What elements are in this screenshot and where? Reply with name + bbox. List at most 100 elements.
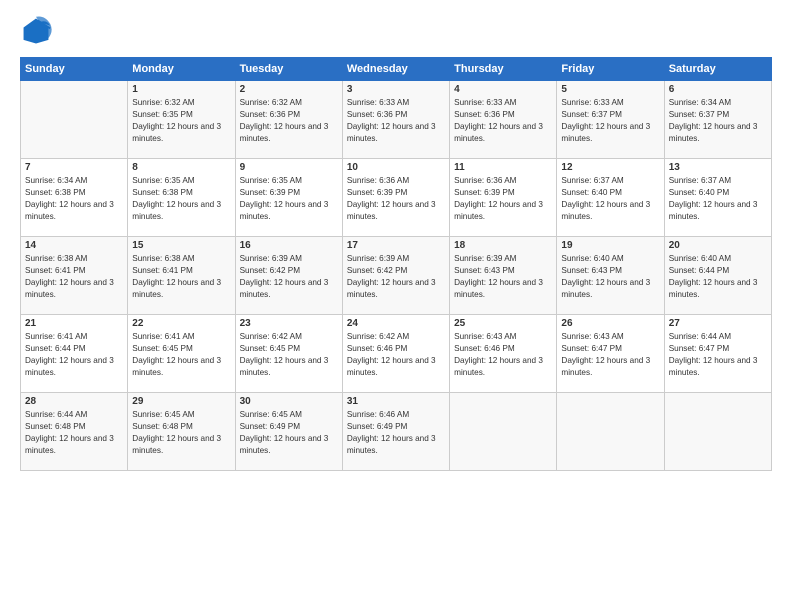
col-header-wednesday: Wednesday bbox=[342, 58, 449, 81]
day-number: 6 bbox=[669, 84, 767, 95]
day-number: 25 bbox=[454, 318, 552, 329]
calendar-cell: 25 Sunrise: 6:43 AMSunset: 6:46 PMDaylig… bbox=[450, 315, 557, 393]
cell-info: Sunrise: 6:44 AMSunset: 6:47 PMDaylight:… bbox=[669, 331, 767, 379]
calendar-cell: 27 Sunrise: 6:44 AMSunset: 6:47 PMDaylig… bbox=[664, 315, 771, 393]
day-number: 28 bbox=[25, 396, 123, 407]
day-number: 7 bbox=[25, 162, 123, 173]
calendar-cell: 13 Sunrise: 6:37 AMSunset: 6:40 PMDaylig… bbox=[664, 159, 771, 237]
day-number: 10 bbox=[347, 162, 445, 173]
calendar-cell: 16 Sunrise: 6:39 AMSunset: 6:42 PMDaylig… bbox=[235, 237, 342, 315]
cell-info: Sunrise: 6:33 AMSunset: 6:37 PMDaylight:… bbox=[561, 97, 659, 145]
week-row-2: 7 Sunrise: 6:34 AMSunset: 6:38 PMDayligh… bbox=[21, 159, 772, 237]
calendar-cell: 18 Sunrise: 6:39 AMSunset: 6:43 PMDaylig… bbox=[450, 237, 557, 315]
cell-info: Sunrise: 6:33 AMSunset: 6:36 PMDaylight:… bbox=[347, 97, 445, 145]
calendar-cell bbox=[450, 393, 557, 471]
calendar-cell: 31 Sunrise: 6:46 AMSunset: 6:49 PMDaylig… bbox=[342, 393, 449, 471]
calendar-cell: 7 Sunrise: 6:34 AMSunset: 6:38 PMDayligh… bbox=[21, 159, 128, 237]
day-number: 18 bbox=[454, 240, 552, 251]
day-number: 30 bbox=[240, 396, 338, 407]
calendar-cell: 29 Sunrise: 6:45 AMSunset: 6:48 PMDaylig… bbox=[128, 393, 235, 471]
logo bbox=[20, 15, 56, 47]
cell-info: Sunrise: 6:38 AMSunset: 6:41 PMDaylight:… bbox=[132, 253, 230, 301]
calendar-cell: 2 Sunrise: 6:32 AMSunset: 6:36 PMDayligh… bbox=[235, 81, 342, 159]
logo-icon bbox=[20, 15, 52, 47]
calendar-page: SundayMondayTuesdayWednesdayThursdayFrid… bbox=[0, 0, 792, 612]
day-number: 21 bbox=[25, 318, 123, 329]
cell-info: Sunrise: 6:43 AMSunset: 6:46 PMDaylight:… bbox=[454, 331, 552, 379]
day-number: 1 bbox=[132, 84, 230, 95]
cell-info: Sunrise: 6:43 AMSunset: 6:47 PMDaylight:… bbox=[561, 331, 659, 379]
cell-info: Sunrise: 6:35 AMSunset: 6:38 PMDaylight:… bbox=[132, 175, 230, 223]
cell-info: Sunrise: 6:45 AMSunset: 6:48 PMDaylight:… bbox=[132, 409, 230, 457]
day-number: 5 bbox=[561, 84, 659, 95]
col-header-tuesday: Tuesday bbox=[235, 58, 342, 81]
calendar-table: SundayMondayTuesdayWednesdayThursdayFrid… bbox=[20, 57, 772, 471]
week-row-4: 21 Sunrise: 6:41 AMSunset: 6:44 PMDaylig… bbox=[21, 315, 772, 393]
day-number: 27 bbox=[669, 318, 767, 329]
calendar-cell: 23 Sunrise: 6:42 AMSunset: 6:45 PMDaylig… bbox=[235, 315, 342, 393]
calendar-cell: 17 Sunrise: 6:39 AMSunset: 6:42 PMDaylig… bbox=[342, 237, 449, 315]
cell-info: Sunrise: 6:37 AMSunset: 6:40 PMDaylight:… bbox=[561, 175, 659, 223]
cell-info: Sunrise: 6:36 AMSunset: 6:39 PMDaylight:… bbox=[454, 175, 552, 223]
calendar-cell: 3 Sunrise: 6:33 AMSunset: 6:36 PMDayligh… bbox=[342, 81, 449, 159]
calendar-cell: 22 Sunrise: 6:41 AMSunset: 6:45 PMDaylig… bbox=[128, 315, 235, 393]
week-row-3: 14 Sunrise: 6:38 AMSunset: 6:41 PMDaylig… bbox=[21, 237, 772, 315]
col-header-saturday: Saturday bbox=[664, 58, 771, 81]
day-number: 19 bbox=[561, 240, 659, 251]
day-number: 4 bbox=[454, 84, 552, 95]
col-header-monday: Monday bbox=[128, 58, 235, 81]
week-row-1: 1 Sunrise: 6:32 AMSunset: 6:35 PMDayligh… bbox=[21, 81, 772, 159]
header-row: SundayMondayTuesdayWednesdayThursdayFrid… bbox=[21, 58, 772, 81]
calendar-cell: 6 Sunrise: 6:34 AMSunset: 6:37 PMDayligh… bbox=[664, 81, 771, 159]
day-number: 2 bbox=[240, 84, 338, 95]
cell-info: Sunrise: 6:40 AMSunset: 6:43 PMDaylight:… bbox=[561, 253, 659, 301]
day-number: 20 bbox=[669, 240, 767, 251]
day-number: 15 bbox=[132, 240, 230, 251]
cell-info: Sunrise: 6:41 AMSunset: 6:44 PMDaylight:… bbox=[25, 331, 123, 379]
day-number: 16 bbox=[240, 240, 338, 251]
calendar-cell: 1 Sunrise: 6:32 AMSunset: 6:35 PMDayligh… bbox=[128, 81, 235, 159]
calendar-cell: 11 Sunrise: 6:36 AMSunset: 6:39 PMDaylig… bbox=[450, 159, 557, 237]
calendar-cell: 26 Sunrise: 6:43 AMSunset: 6:47 PMDaylig… bbox=[557, 315, 664, 393]
col-header-friday: Friday bbox=[557, 58, 664, 81]
cell-info: Sunrise: 6:39 AMSunset: 6:42 PMDaylight:… bbox=[347, 253, 445, 301]
day-number: 29 bbox=[132, 396, 230, 407]
cell-info: Sunrise: 6:44 AMSunset: 6:48 PMDaylight:… bbox=[25, 409, 123, 457]
cell-info: Sunrise: 6:32 AMSunset: 6:36 PMDaylight:… bbox=[240, 97, 338, 145]
col-header-sunday: Sunday bbox=[21, 58, 128, 81]
calendar-cell: 30 Sunrise: 6:45 AMSunset: 6:49 PMDaylig… bbox=[235, 393, 342, 471]
calendar-cell: 4 Sunrise: 6:33 AMSunset: 6:36 PMDayligh… bbox=[450, 81, 557, 159]
cell-info: Sunrise: 6:41 AMSunset: 6:45 PMDaylight:… bbox=[132, 331, 230, 379]
cell-info: Sunrise: 6:33 AMSunset: 6:36 PMDaylight:… bbox=[454, 97, 552, 145]
calendar-cell: 15 Sunrise: 6:38 AMSunset: 6:41 PMDaylig… bbox=[128, 237, 235, 315]
day-number: 17 bbox=[347, 240, 445, 251]
calendar-cell: 5 Sunrise: 6:33 AMSunset: 6:37 PMDayligh… bbox=[557, 81, 664, 159]
day-number: 8 bbox=[132, 162, 230, 173]
calendar-cell: 24 Sunrise: 6:42 AMSunset: 6:46 PMDaylig… bbox=[342, 315, 449, 393]
cell-info: Sunrise: 6:40 AMSunset: 6:44 PMDaylight:… bbox=[669, 253, 767, 301]
calendar-cell bbox=[664, 393, 771, 471]
cell-info: Sunrise: 6:38 AMSunset: 6:41 PMDaylight:… bbox=[25, 253, 123, 301]
calendar-cell: 14 Sunrise: 6:38 AMSunset: 6:41 PMDaylig… bbox=[21, 237, 128, 315]
day-number: 24 bbox=[347, 318, 445, 329]
cell-info: Sunrise: 6:42 AMSunset: 6:46 PMDaylight:… bbox=[347, 331, 445, 379]
calendar-cell: 8 Sunrise: 6:35 AMSunset: 6:38 PMDayligh… bbox=[128, 159, 235, 237]
day-number: 11 bbox=[454, 162, 552, 173]
cell-info: Sunrise: 6:32 AMSunset: 6:35 PMDaylight:… bbox=[132, 97, 230, 145]
cell-info: Sunrise: 6:34 AMSunset: 6:37 PMDaylight:… bbox=[669, 97, 767, 145]
cell-info: Sunrise: 6:36 AMSunset: 6:39 PMDaylight:… bbox=[347, 175, 445, 223]
calendar-cell: 10 Sunrise: 6:36 AMSunset: 6:39 PMDaylig… bbox=[342, 159, 449, 237]
calendar-cell: 28 Sunrise: 6:44 AMSunset: 6:48 PMDaylig… bbox=[21, 393, 128, 471]
col-header-thursday: Thursday bbox=[450, 58, 557, 81]
day-number: 3 bbox=[347, 84, 445, 95]
cell-info: Sunrise: 6:45 AMSunset: 6:49 PMDaylight:… bbox=[240, 409, 338, 457]
calendar-cell: 9 Sunrise: 6:35 AMSunset: 6:39 PMDayligh… bbox=[235, 159, 342, 237]
cell-info: Sunrise: 6:39 AMSunset: 6:42 PMDaylight:… bbox=[240, 253, 338, 301]
calendar-cell: 19 Sunrise: 6:40 AMSunset: 6:43 PMDaylig… bbox=[557, 237, 664, 315]
day-number: 14 bbox=[25, 240, 123, 251]
day-number: 22 bbox=[132, 318, 230, 329]
week-row-5: 28 Sunrise: 6:44 AMSunset: 6:48 PMDaylig… bbox=[21, 393, 772, 471]
calendar-cell bbox=[21, 81, 128, 159]
cell-info: Sunrise: 6:46 AMSunset: 6:49 PMDaylight:… bbox=[347, 409, 445, 457]
header bbox=[20, 15, 772, 47]
